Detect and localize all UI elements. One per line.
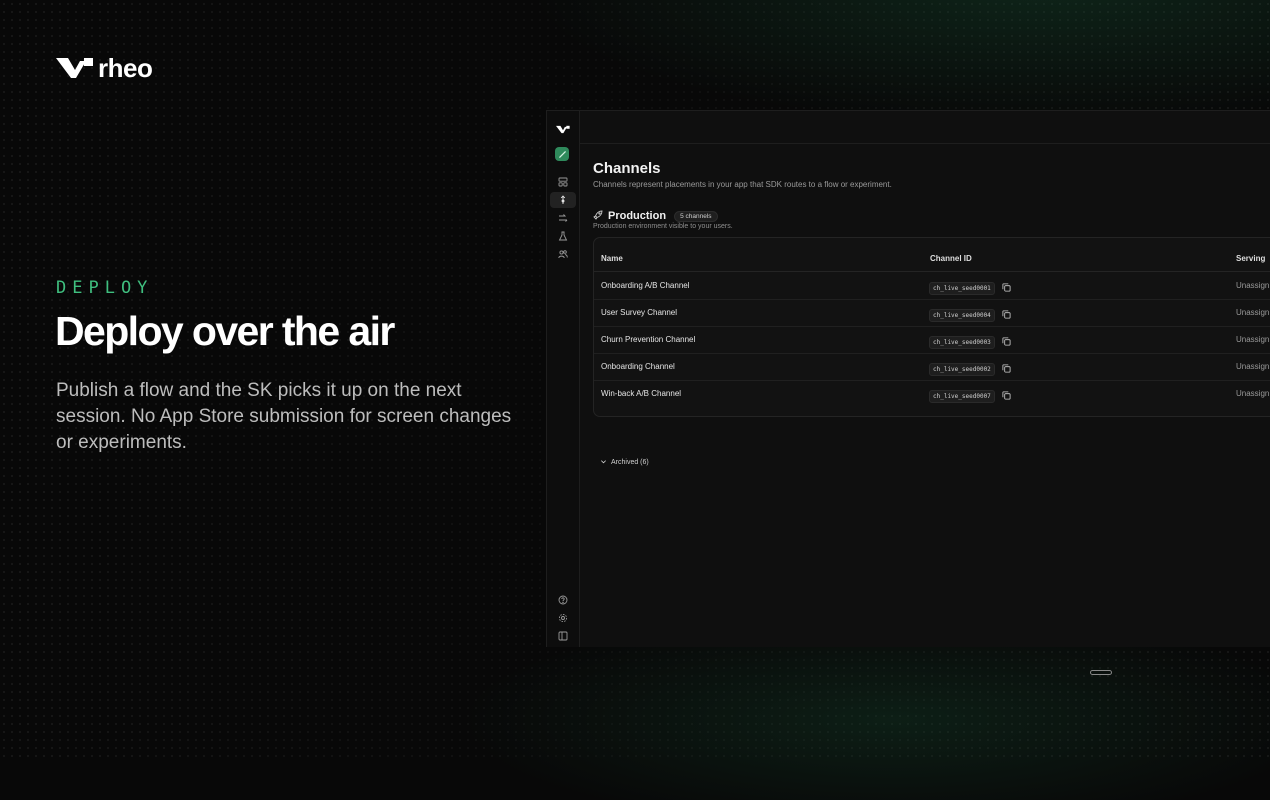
hero-body: Publish a flow and the SK picks it up on… <box>56 380 512 453</box>
channel-count-badge: 5 channels <box>674 210 718 222</box>
channel-name[interactable]: User Survey Channel <box>601 308 677 317</box>
page-title: Channels <box>593 160 661 177</box>
column-header-channel-id[interactable]: Channel ID <box>930 254 972 263</box>
column-header-serving[interactable]: Serving <box>1236 254 1265 263</box>
channel-name[interactable]: Onboarding A/B Channel <box>601 281 690 290</box>
dashboard-icon[interactable] <box>550 174 576 190</box>
serving-status: Unassign <box>1236 308 1270 317</box>
copy-icon[interactable] <box>1002 279 1011 297</box>
channel-id-cell: ch_live_seed0004 <box>929 306 1011 324</box>
channel-id-cell: ch_live_seed0007 <box>929 387 1011 405</box>
copy-icon[interactable] <box>1002 387 1011 405</box>
table-row[interactable]: User Survey Channel ch_live_seed0004 Una… <box>594 299 1270 327</box>
section-subtitle: Production environment visible to your u… <box>593 223 733 230</box>
channel-id: ch_live_seed0001 <box>929 281 995 295</box>
table-row[interactable]: Win-back A/B Channel ch_live_seed0007 Un… <box>594 380 1270 407</box>
hero-headline: Deploy over the air <box>55 308 395 354</box>
users-icon[interactable] <box>550 246 576 262</box>
table-row[interactable]: Onboarding A/B Channel ch_live_seed0001 … <box>594 272 1270 300</box>
help-icon[interactable] <box>550 592 576 608</box>
archived-label: Archived (6) <box>611 459 649 466</box>
serving-status: Unassign <box>1236 335 1270 344</box>
channels-table: Name Channel ID Serving Onboarding A/B C… <box>593 237 1270 417</box>
copy-icon[interactable] <box>1002 306 1011 324</box>
channel-id: ch_live_seed0007 <box>929 389 995 403</box>
channel-name[interactable]: Win-back A/B Channel <box>601 389 681 398</box>
channel-id-cell: ch_live_seed0002 <box>929 360 1011 378</box>
section-eyebrow: DEPLOY <box>56 278 154 298</box>
channel-name[interactable]: Churn Prevention Channel <box>601 335 695 344</box>
channel-id: ch_live_seed0003 <box>929 335 995 349</box>
logo-icon[interactable] <box>550 121 576 137</box>
copy-icon[interactable] <box>1002 360 1011 378</box>
table-row[interactable]: Churn Prevention Channel ch_live_seed000… <box>594 326 1270 354</box>
brand-name: rheo <box>98 53 153 83</box>
channel-id-cell: ch_live_seed0003 <box>929 333 1011 351</box>
scroll-indicator[interactable] <box>1090 670 1112 675</box>
channel-id: ch_live_seed0004 <box>929 308 995 322</box>
channel-id-cell: ch_live_seed0001 <box>929 279 1011 297</box>
channel-id: ch_live_seed0002 <box>929 362 995 376</box>
collapse-sidebar-icon[interactable] <box>550 628 576 644</box>
top-bar <box>580 111 1270 144</box>
app-window: Channels Channels represent placements i… <box>546 110 1270 675</box>
chevron-down-icon <box>600 458 607 467</box>
brand-logo: rheo <box>56 53 153 83</box>
settings-icon[interactable] <box>550 610 576 626</box>
table-header: Name Channel ID Serving <box>594 238 1270 272</box>
table-row[interactable]: Onboarding Channel ch_live_seed0002 Unas… <box>594 353 1270 381</box>
workspace-icon[interactable] <box>555 147 569 161</box>
serving-status: Unassign <box>1236 362 1270 371</box>
section-title: Production <box>608 210 667 222</box>
channel-name[interactable]: Onboarding Channel <box>601 362 675 371</box>
channels-icon[interactable] <box>550 192 576 208</box>
main-content: Channels Channels represent placements i… <box>580 143 1270 675</box>
experiments-icon[interactable] <box>550 228 576 244</box>
page-subtitle: Channels represent placements in your ap… <box>593 180 892 189</box>
serving-status: Unassign <box>1236 389 1270 398</box>
serving-status: Unassign <box>1236 281 1270 290</box>
flows-icon[interactable] <box>550 210 576 226</box>
archived-toggle[interactable]: Archived (6) <box>600 458 649 467</box>
copy-icon[interactable] <box>1002 333 1011 351</box>
rheo-mark-icon <box>56 57 94 79</box>
sidebar-rail <box>547 111 580 647</box>
column-header-name[interactable]: Name <box>601 254 623 263</box>
